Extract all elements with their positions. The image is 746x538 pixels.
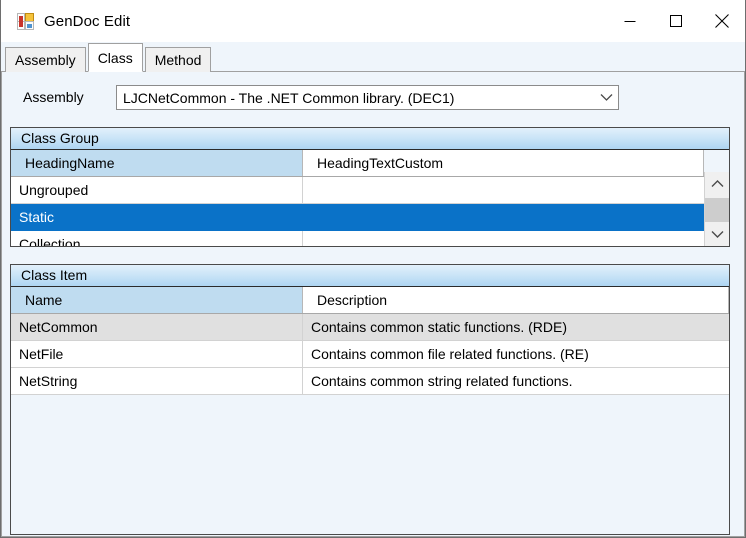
- table-row[interactable]: Static: [11, 204, 704, 231]
- tab-method[interactable]: Method: [144, 47, 212, 72]
- scroll-down-button[interactable]: [705, 222, 729, 246]
- table-row[interactable]: NetString Contains common string related…: [11, 368, 729, 395]
- column-header-description[interactable]: Description: [303, 287, 729, 313]
- table-row[interactable]: NetFile Contains common file related fun…: [11, 341, 729, 368]
- cell-headingtextcustom: [303, 177, 704, 203]
- class-item-grid[interactable]: Name Description NetCommon Contains comm…: [11, 287, 729, 534]
- application-window: GenDoc Edit Assembly Class Method Assemb…: [0, 0, 746, 538]
- class-group-vertical-scrollbar[interactable]: [704, 172, 729, 246]
- cell-name: NetCommon: [11, 314, 303, 340]
- close-button[interactable]: [699, 0, 745, 42]
- class-group-grid[interactable]: HeadingName HeadingTextCustom Ungrouped …: [11, 150, 729, 246]
- cell-name: NetFile: [11, 341, 303, 367]
- window-title: GenDoc Edit: [44, 12, 131, 30]
- minimize-button[interactable]: [607, 0, 653, 42]
- assembly-combobox[interactable]: LJCNetCommon - The .NET Common library. …: [116, 85, 619, 110]
- cell-description: Contains common string related functions…: [311, 373, 573, 389]
- column-header-headingname[interactable]: HeadingName: [11, 150, 303, 176]
- chevron-down-icon[interactable]: [594, 93, 618, 102]
- tab-method-label: Method: [154, 52, 202, 68]
- class-group-header-row: HeadingName HeadingTextCustom: [11, 150, 704, 177]
- class-item-header: Class Item: [11, 265, 729, 287]
- minimize-icon: [624, 21, 636, 22]
- cell-headingtextcustom: [303, 204, 704, 230]
- tab-class[interactable]: Class: [87, 43, 143, 72]
- maximize-icon: [670, 15, 682, 27]
- app-grid-icon: [17, 12, 34, 30]
- table-row[interactable]: Collection: [11, 231, 704, 246]
- cell-description: Contains common static functions. (RDE): [311, 319, 567, 335]
- cell-headingtextcustom: [303, 231, 704, 246]
- close-icon: [715, 14, 729, 28]
- class-group-header: Class Group: [11, 128, 729, 150]
- class-group-panel: Class Group HeadingName HeadingTextCusto…: [10, 127, 730, 247]
- tab-class-label: Class: [97, 50, 133, 66]
- assembly-combobox-value: LJCNetCommon - The .NET Common library. …: [123, 89, 455, 106]
- cell-description: Contains common file related functions. …: [311, 346, 589, 362]
- cell-headingname: Ungrouped: [11, 177, 303, 203]
- chevron-up-icon: [711, 180, 723, 187]
- cell-headingname: Static: [11, 204, 303, 230]
- tab-assembly[interactable]: Assembly: [5, 47, 86, 72]
- chevron-down-icon: [711, 231, 723, 238]
- table-row[interactable]: NetCommon Contains common static functio…: [11, 314, 729, 341]
- table-row[interactable]: Ungrouped: [11, 177, 704, 204]
- tab-assembly-label: Assembly: [15, 52, 76, 68]
- column-header-headingtextcustom[interactable]: HeadingTextCustom: [303, 150, 704, 176]
- tab-page-class: Assembly LJCNetCommon - The .NET Common …: [1, 72, 745, 537]
- class-item-header-row: Name Description: [11, 287, 729, 314]
- assembly-label: Assembly: [23, 89, 84, 105]
- column-header-name[interactable]: Name: [11, 287, 303, 313]
- cell-headingname: Collection: [11, 231, 303, 246]
- title-bar: GenDoc Edit: [1, 0, 745, 42]
- assembly-row: Assembly LJCNetCommon - The .NET Common …: [2, 85, 744, 111]
- scroll-up-button[interactable]: [705, 172, 729, 196]
- class-item-panel: Class Item Name Description NetCommon Co…: [10, 264, 730, 535]
- cell-name: NetString: [11, 368, 303, 394]
- window-controls: [607, 0, 745, 42]
- tab-strip: Assembly Class Method: [1, 42, 745, 72]
- maximize-button[interactable]: [653, 0, 699, 42]
